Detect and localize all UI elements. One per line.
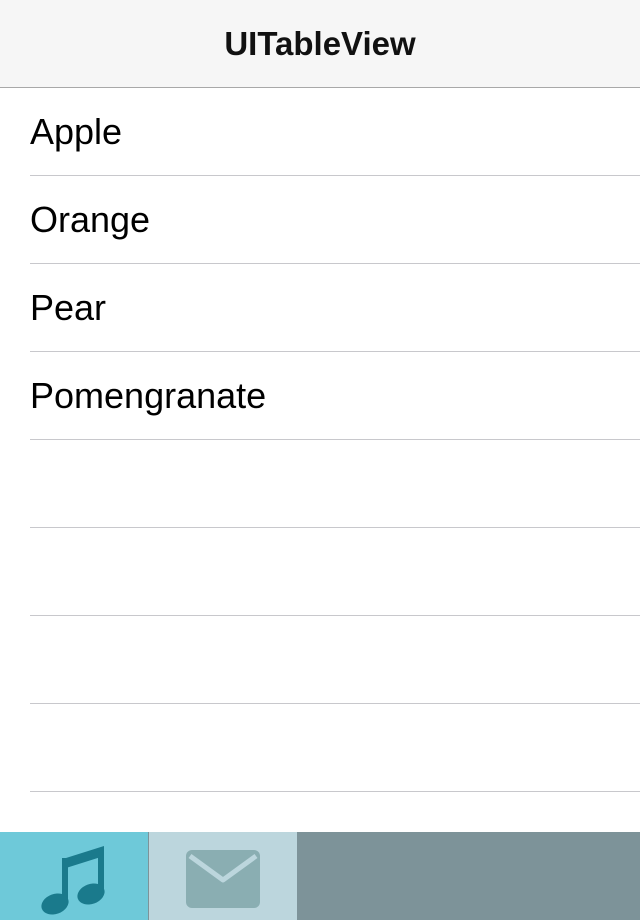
tab-bar (0, 832, 640, 920)
table-view[interactable]: Apple Orange Pear Pomengranate (0, 88, 640, 832)
table-row-empty[interactable] (30, 528, 640, 616)
table-row[interactable]: Orange (30, 176, 640, 264)
screen: UITableView Apple Orange Pear Pomengrana… (0, 0, 640, 920)
table-row-label: Orange (30, 199, 151, 240)
tab-music[interactable] (0, 832, 148, 920)
table-row-label: Pomengranate (30, 375, 267, 416)
table-row-label: Pear (30, 287, 107, 328)
tab-mail[interactable] (149, 832, 297, 920)
music-note-icon (41, 846, 105, 915)
page-title: UITableView (224, 25, 416, 62)
table-row[interactable]: Pomengranate (30, 352, 640, 440)
table-row-empty[interactable] (30, 440, 640, 528)
table-row-empty[interactable] (30, 616, 640, 704)
table-row[interactable]: Pear (30, 264, 640, 352)
table-row-empty[interactable] (30, 704, 640, 792)
mail-envelope-icon (186, 850, 260, 908)
navigation-bar: UITableView (0, 0, 640, 88)
table-row-label: Apple (30, 111, 123, 152)
table-row-empty[interactable] (30, 792, 640, 832)
table-row[interactable]: Apple (30, 88, 640, 176)
